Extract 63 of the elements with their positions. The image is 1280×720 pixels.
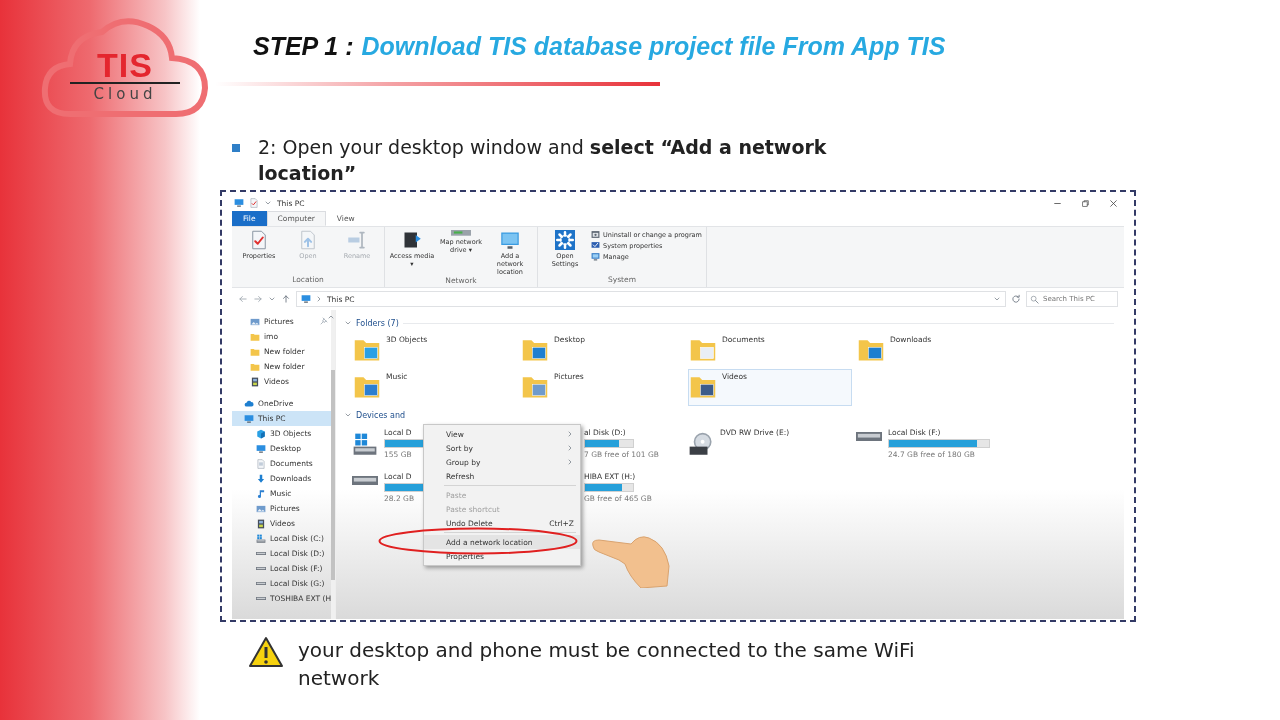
step-label: STEP 1 :	[253, 31, 354, 62]
caret-icon	[344, 411, 352, 419]
document-icon	[256, 458, 266, 469]
chevron-icon	[315, 295, 323, 303]
drive-icon	[856, 432, 882, 442]
document-check-icon	[249, 198, 259, 208]
folder-icon	[250, 361, 260, 372]
forward-arrow-icon[interactable]	[253, 294, 263, 304]
network-drive-icon	[451, 230, 471, 236]
music-note-icon	[256, 488, 266, 499]
section-heading: Devices and	[356, 410, 406, 420]
document-check-icon	[249, 230, 269, 250]
cube-icon	[256, 428, 266, 439]
monitor-icon	[256, 443, 266, 454]
caret-icon	[344, 319, 352, 327]
picture-icon	[250, 316, 260, 327]
drive-icon	[256, 596, 266, 601]
media-device-icon	[402, 230, 422, 250]
caret-icon[interactable]	[268, 295, 276, 303]
drive-icon	[352, 476, 378, 486]
scrollbar[interactable]	[331, 310, 335, 619]
caret-icon[interactable]	[327, 313, 335, 321]
monitor-icon	[301, 294, 311, 304]
cloud-icon	[244, 398, 254, 409]
drive-icon	[352, 432, 378, 458]
caret-icon	[264, 199, 272, 207]
settings-icon	[555, 230, 575, 250]
monitor-icon	[591, 252, 600, 261]
program-icon	[591, 230, 600, 239]
drive-icon	[256, 551, 266, 556]
usage-bar	[584, 439, 634, 448]
usage-bar	[584, 483, 634, 492]
drive-icon	[256, 566, 266, 571]
drive-icon	[256, 533, 266, 544]
picture-icon	[256, 503, 266, 514]
restore-icon[interactable]	[1081, 198, 1090, 208]
bullet-icon	[232, 144, 240, 152]
instruction-text: 2: Open your desktop window and select “Add a network location”	[258, 135, 828, 186]
section-heading: Folders (7)	[356, 318, 399, 328]
folder-icon	[250, 331, 260, 342]
slide-title: Download TIS database project file From App TIS	[361, 31, 946, 62]
drive-icon	[256, 581, 266, 586]
close-icon[interactable]	[1109, 198, 1118, 208]
down-arrow-icon	[256, 473, 266, 484]
up-arrow-icon[interactable]	[281, 294, 291, 304]
monitor-check-icon	[591, 241, 600, 250]
monitor-icon	[234, 198, 244, 208]
back-arrow-icon[interactable]	[238, 294, 248, 304]
disc-drive-icon	[688, 432, 714, 458]
caret-icon	[993, 295, 1001, 303]
warning-icon	[248, 636, 284, 668]
warning-text: your desktop and phone must be connected to the same WiFi network	[298, 637, 916, 692]
monitor-icon	[244, 413, 254, 424]
text-cursor-icon	[347, 230, 367, 250]
film-icon	[256, 518, 266, 529]
monitor-icon	[500, 230, 520, 250]
folder-icon	[250, 346, 260, 357]
document-arrow-icon	[298, 230, 318, 250]
search-icon	[1030, 294, 1039, 304]
logo-subtitle-text: Cloud	[70, 82, 180, 104]
film-icon	[250, 376, 260, 387]
logo-brand-text: TIS	[97, 48, 153, 82]
refresh-icon[interactable]	[1011, 294, 1021, 304]
